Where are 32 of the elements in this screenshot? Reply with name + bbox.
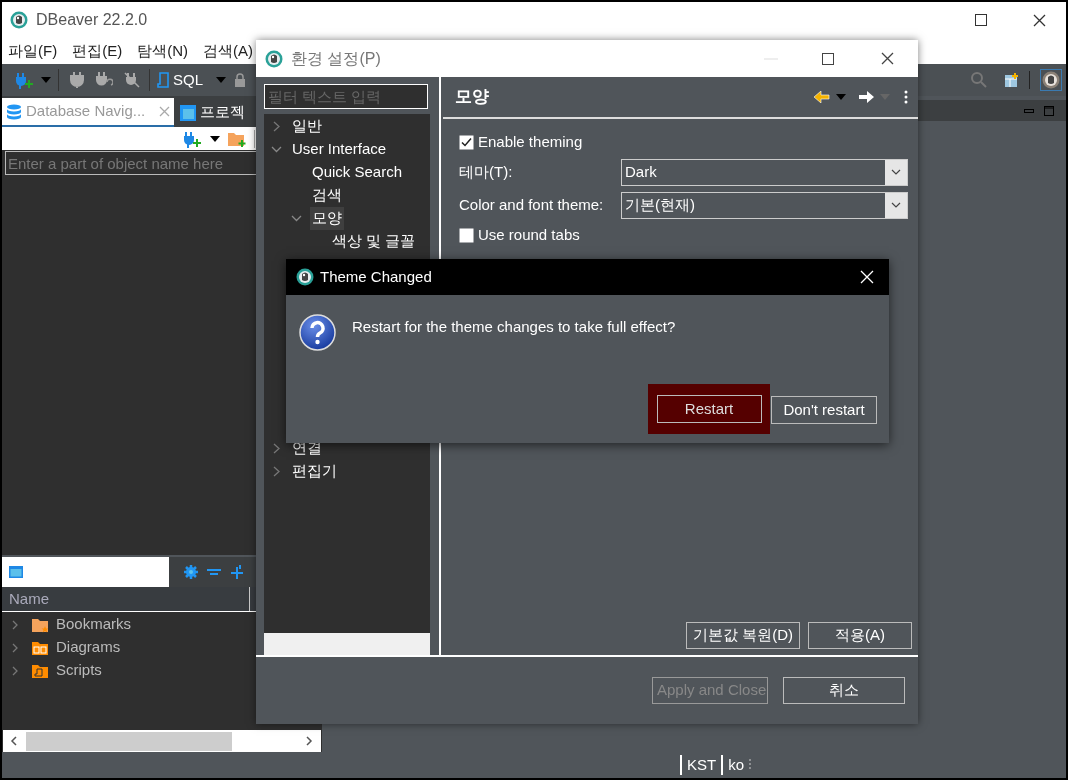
window-title: DBeaver 22.2.0	[36, 10, 148, 30]
menu-item[interactable]: 파일(F)	[8, 39, 58, 63]
menu-item[interactable]: 편집(E)	[72, 39, 123, 63]
button[interactable]: Restart	[656, 395, 762, 423]
sql-editor-button[interactable]: SQL	[157, 68, 203, 92]
panel-tab[interactable]: 프로젝	[176, 98, 249, 127]
checkbox-label: Enable theming	[478, 131, 583, 152]
page-title: 모양	[455, 86, 489, 109]
tree-item[interactable]: Scripts	[56, 659, 102, 682]
tree-item[interactable]: 색상 및 글꼴	[330, 230, 418, 253]
tree-item[interactable]: 일반	[290, 115, 324, 138]
button[interactable]: 적용(A)	[808, 622, 912, 649]
button[interactable]: 기본값 복원(D)	[686, 622, 800, 649]
button[interactable]: 취소	[783, 677, 905, 704]
checkbox-label: Use round tabs	[478, 224, 580, 245]
dropdown[interactable]: 기본(현재)	[621, 191, 908, 219]
dropdown[interactable]: Dark	[621, 158, 908, 186]
status-text: KST	[686, 754, 718, 775]
field-label: Color and font theme:	[459, 194, 605, 215]
menu-item[interactable]: 탐색(N)	[137, 39, 188, 63]
window-title: 환경 설정(P)	[291, 48, 381, 69]
menu-item[interactable]: 검색(A)	[203, 39, 253, 63]
tree-item[interactable]: Diagrams	[56, 636, 121, 659]
window-title: Theme Changed	[320, 266, 432, 287]
status-text: ko	[727, 754, 746, 775]
tree-item[interactable]: 모양	[310, 207, 344, 230]
message-text: Restart for the theme changes to take full effect?	[352, 317, 676, 337]
tree-item[interactable]: 편집기	[290, 460, 339, 483]
tree-item[interactable]: Bookmarks	[56, 613, 132, 636]
field-label: 테마(T):	[459, 161, 514, 182]
button[interactable]: Don't restart	[771, 396, 877, 424]
tree-item[interactable]: 검색	[310, 184, 344, 207]
